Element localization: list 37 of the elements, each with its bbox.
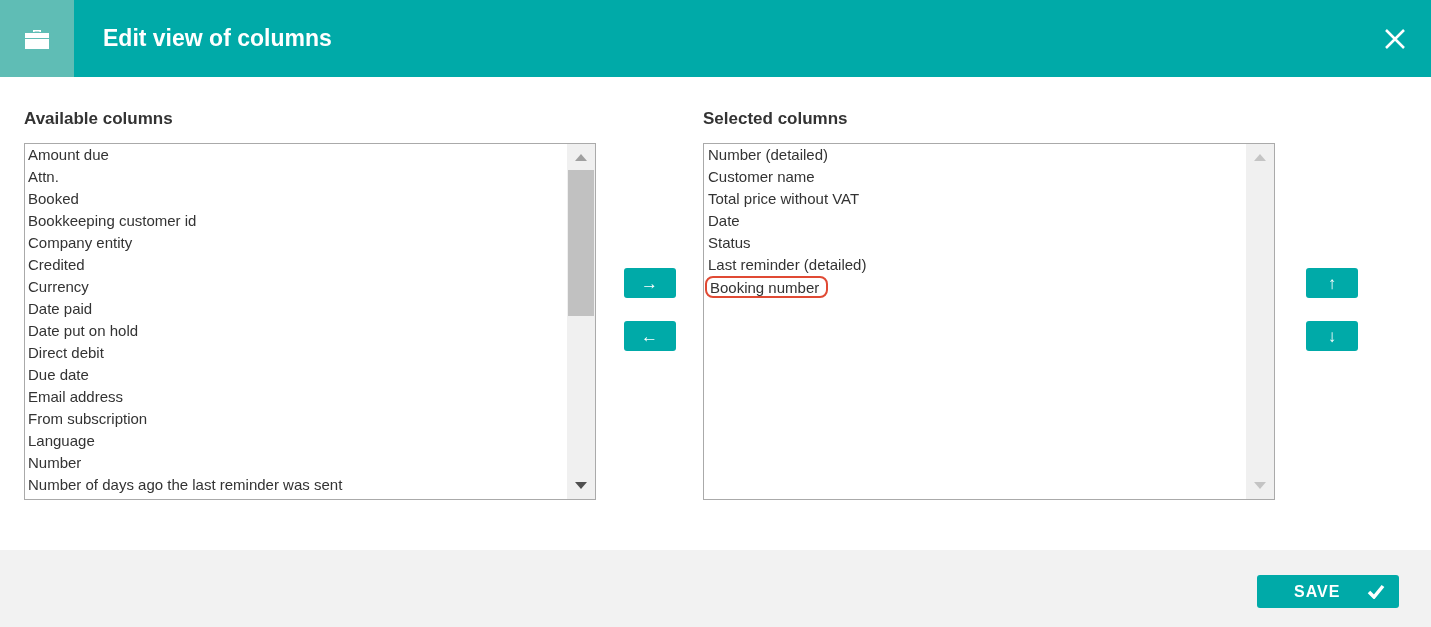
close-button[interactable] (1383, 26, 1407, 51)
list-item[interactable]: Date paid (28, 298, 567, 320)
list-item[interactable]: Number (28, 452, 567, 474)
list-item[interactable]: Booking number (705, 276, 829, 298)
list-item[interactable]: Total price without VAT (705, 188, 1246, 210)
scroll-down-icon[interactable] (575, 482, 587, 489)
list-item[interactable]: Bookkeeping customer id (28, 210, 567, 232)
list-item[interactable]: Date (705, 210, 1246, 232)
list-item[interactable]: Attn. (28, 166, 567, 188)
close-icon (1384, 27, 1406, 50)
list-item[interactable]: Last reminder (detailed) (705, 254, 1246, 276)
list-item[interactable]: Amount due (28, 144, 567, 166)
window-title: Edit view of columns (103, 24, 332, 54)
list-item[interactable]: Direct debit (28, 342, 567, 364)
available-list[interactable] (24, 143, 596, 500)
list-item[interactable]: Booked (28, 188, 567, 210)
list-item[interactable]: Email address (28, 386, 567, 408)
scrollbar-thumb[interactable] (568, 170, 594, 316)
scrollbar[interactable] (567, 144, 595, 499)
list-item[interactable]: Credited (28, 254, 567, 276)
selected-list[interactable]: Number (detailed) Customer name Total price without VAT Date Status Last reminder (detailed) Booking number (703, 143, 1275, 500)
list-item[interactable]: Company entity (28, 232, 567, 254)
list-item[interactable]: Number (detailed) (705, 144, 1246, 166)
list-item[interactable]: Language (28, 430, 567, 452)
briefcase-icon (24, 27, 50, 50)
list-item[interactable]: Number of days ago the last reminder was sent (28, 474, 567, 496)
list-item[interactable]: Customer name (705, 166, 1246, 188)
scroll-up-icon[interactable] (1254, 154, 1266, 161)
scroll-up-icon[interactable] (575, 154, 587, 161)
list-item[interactable]: Status (705, 232, 1246, 254)
list-item[interactable]: From subscription (28, 408, 567, 430)
list-label: Available columns (24, 108, 174, 130)
checkmark-icon (1367, 584, 1385, 599)
list-item[interactable]: Date put on hold (28, 320, 567, 342)
list-label: Selected columns (703, 108, 849, 130)
list-item[interactable]: Currency (28, 276, 567, 298)
list-item[interactable]: Due date (28, 364, 567, 386)
